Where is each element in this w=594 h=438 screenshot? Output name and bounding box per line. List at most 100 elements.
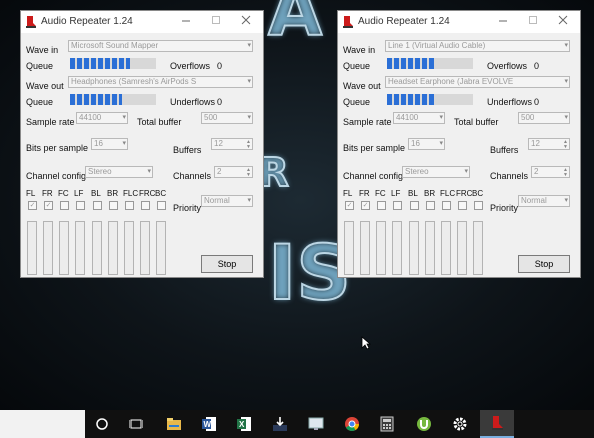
spin-arrows-icon: ▲ ▼ — [246, 139, 251, 150]
speaker-label-fl: FL — [26, 189, 36, 198]
speaker-label-flc: FLC — [123, 189, 139, 198]
channels-spinner[interactable]: 2 ▲ ▼ — [531, 166, 570, 178]
title-bar[interactable]: Audio Repeater 1.24 — [338, 11, 580, 33]
window-title: Audio Repeater 1.24 — [41, 16, 133, 27]
buffers-spinner[interactable]: 12 ▲ ▼ — [528, 138, 570, 150]
speaker-checkbox-br[interactable] — [109, 201, 118, 210]
wave-in-select[interactable]: Line 1 (Virtual Audio Cable) ▾ — [385, 40, 570, 52]
channel-config-select[interactable]: Stereo ▾ — [402, 166, 470, 178]
sample-rate-select[interactable]: 44100 ▾ — [76, 112, 128, 124]
speaker-label-bl: BL — [408, 189, 418, 198]
cortana-icon[interactable] — [92, 414, 112, 434]
speaker-checkbox-bl[interactable] — [410, 201, 419, 210]
level-meter — [409, 221, 419, 275]
level-meter — [108, 221, 118, 275]
channel-config-label: Channel config — [343, 171, 404, 181]
bits-per-sample-select[interactable]: 16 ▾ — [408, 138, 445, 150]
wave-in-select[interactable]: Microsoft Sound Mapper ▾ — [68, 40, 253, 52]
maximize-button[interactable] — [201, 13, 231, 31]
speaker-checkbox-bc[interactable] — [474, 201, 483, 210]
title-bar[interactable]: Audio Repeater 1.24 — [21, 11, 263, 33]
settings-icon[interactable] — [450, 414, 470, 434]
word-icon[interactable]: W — [199, 414, 219, 434]
speaker-label-fl: FL — [343, 189, 353, 198]
priority-select[interactable]: Normal ▾ — [201, 195, 253, 207]
speaker-checkbox-fr[interactable]: ✓ — [44, 201, 53, 210]
queue-in-meter — [70, 58, 156, 69]
speaker-checkbox-bc[interactable] — [157, 201, 166, 210]
queue-in-label: Queue — [343, 61, 371, 71]
level-meter — [344, 221, 354, 275]
wave-out-select[interactable]: Headset Earphone (Jabra EVOLVE ▾ — [385, 76, 570, 88]
file-explorer-icon[interactable] — [164, 414, 184, 434]
priority-value: Normal — [204, 196, 230, 205]
queue-in-meter — [387, 58, 473, 69]
audio-repeater-window[interactable]: Audio Repeater 1.24 Wave in Microsoft Soun… — [20, 10, 264, 278]
total-buffer-select[interactable]: 500 ▾ — [201, 112, 253, 124]
spin-arrows-icon: ▲ ▼ — [563, 167, 568, 178]
channel-config-select[interactable]: Stereo ▾ — [85, 166, 153, 178]
maximize-button[interactable] — [518, 13, 548, 31]
speaker-checkbox-flc[interactable] — [442, 201, 451, 210]
buffers-spinner[interactable]: 12 ▲ ▼ — [211, 138, 253, 150]
speaker-checkbox-fl[interactable]: ✓ — [28, 201, 37, 210]
svg-text:X: X — [239, 420, 245, 429]
level-meter — [473, 221, 483, 275]
install-icon[interactable] — [270, 414, 290, 434]
speaker-checkbox-bl[interactable] — [93, 201, 102, 210]
speaker-label-bc: BC — [472, 189, 484, 198]
queue-in-meter-fill — [387, 58, 435, 69]
task-view-icon[interactable] — [126, 414, 146, 434]
audio-repeater-icon[interactable] — [480, 410, 514, 438]
excel-icon[interactable]: X — [234, 414, 254, 434]
speaker-label-fc: FC — [58, 189, 69, 198]
speaker-checkbox-fc[interactable] — [60, 201, 69, 210]
calculator-icon[interactable] — [377, 414, 397, 434]
level-meter — [156, 221, 166, 275]
level-meter — [425, 221, 435, 275]
chevron-down-icon: ▾ — [147, 168, 151, 175]
speaker-checkbox-frc[interactable] — [141, 201, 150, 210]
speaker-label-flc: FLC — [440, 189, 456, 198]
speaker-checkbox-frc[interactable] — [458, 201, 467, 210]
speaker-checkbox-lf[interactable] — [76, 201, 85, 210]
speaker-label-br: BR — [107, 189, 119, 198]
minimize-button[interactable] — [171, 13, 201, 31]
level-meter — [376, 221, 386, 275]
chevron-down-icon: ▾ — [439, 140, 443, 147]
close-button[interactable] — [548, 13, 578, 31]
close-button[interactable] — [231, 13, 261, 31]
wave-in-label: Wave in — [343, 45, 376, 55]
speaker-checkbox-br[interactable] — [426, 201, 435, 210]
bits-per-sample-value: 16 — [411, 139, 420, 148]
level-meter — [75, 221, 85, 275]
buffers-value: 12 — [214, 139, 223, 148]
utorrent-icon[interactable] — [414, 414, 434, 434]
speaker-checkbox-fl[interactable]: ✓ — [345, 201, 354, 210]
buffers-value: 12 — [531, 139, 540, 148]
sample-rate-select[interactable]: 44100 ▾ — [393, 112, 445, 124]
bits-per-sample-select[interactable]: 16 ▾ — [91, 138, 128, 150]
speaker-checkbox-fc[interactable] — [377, 201, 386, 210]
stop-button[interactable]: Stop — [201, 255, 253, 273]
speaker-checkbox-fr[interactable]: ✓ — [361, 201, 370, 210]
speaker-checkbox-lf[interactable] — [393, 201, 402, 210]
channels-spinner[interactable]: 2 ▲ ▼ — [214, 166, 253, 178]
level-meter — [140, 221, 150, 275]
stop-button[interactable]: Stop — [518, 255, 570, 273]
speaker-checkbox-flc[interactable] — [125, 201, 134, 210]
priority-select[interactable]: Normal ▾ — [518, 195, 570, 207]
sample-rate-label: Sample rate — [343, 117, 392, 127]
minimize-button[interactable] — [488, 13, 518, 31]
taskbar-search-box[interactable] — [0, 410, 85, 438]
wave-out-select[interactable]: Headphones (Samresh's AirPods S ▾ — [68, 76, 253, 88]
app-icon — [342, 15, 354, 29]
total-buffer-select[interactable]: 500 ▾ — [518, 112, 570, 124]
audio-repeater-window[interactable]: Audio Repeater 1.24 Wave in Line 1 (Virtua… — [337, 10, 581, 278]
remote-desktop-icon[interactable] — [306, 414, 326, 434]
bits-per-sample-label: Bits per sample — [26, 143, 89, 153]
chrome-icon[interactable] — [342, 414, 362, 434]
channels-label: Channels — [173, 171, 212, 181]
level-meter — [59, 221, 69, 275]
wave-in-value: Microsoft Sound Mapper — [71, 41, 159, 50]
